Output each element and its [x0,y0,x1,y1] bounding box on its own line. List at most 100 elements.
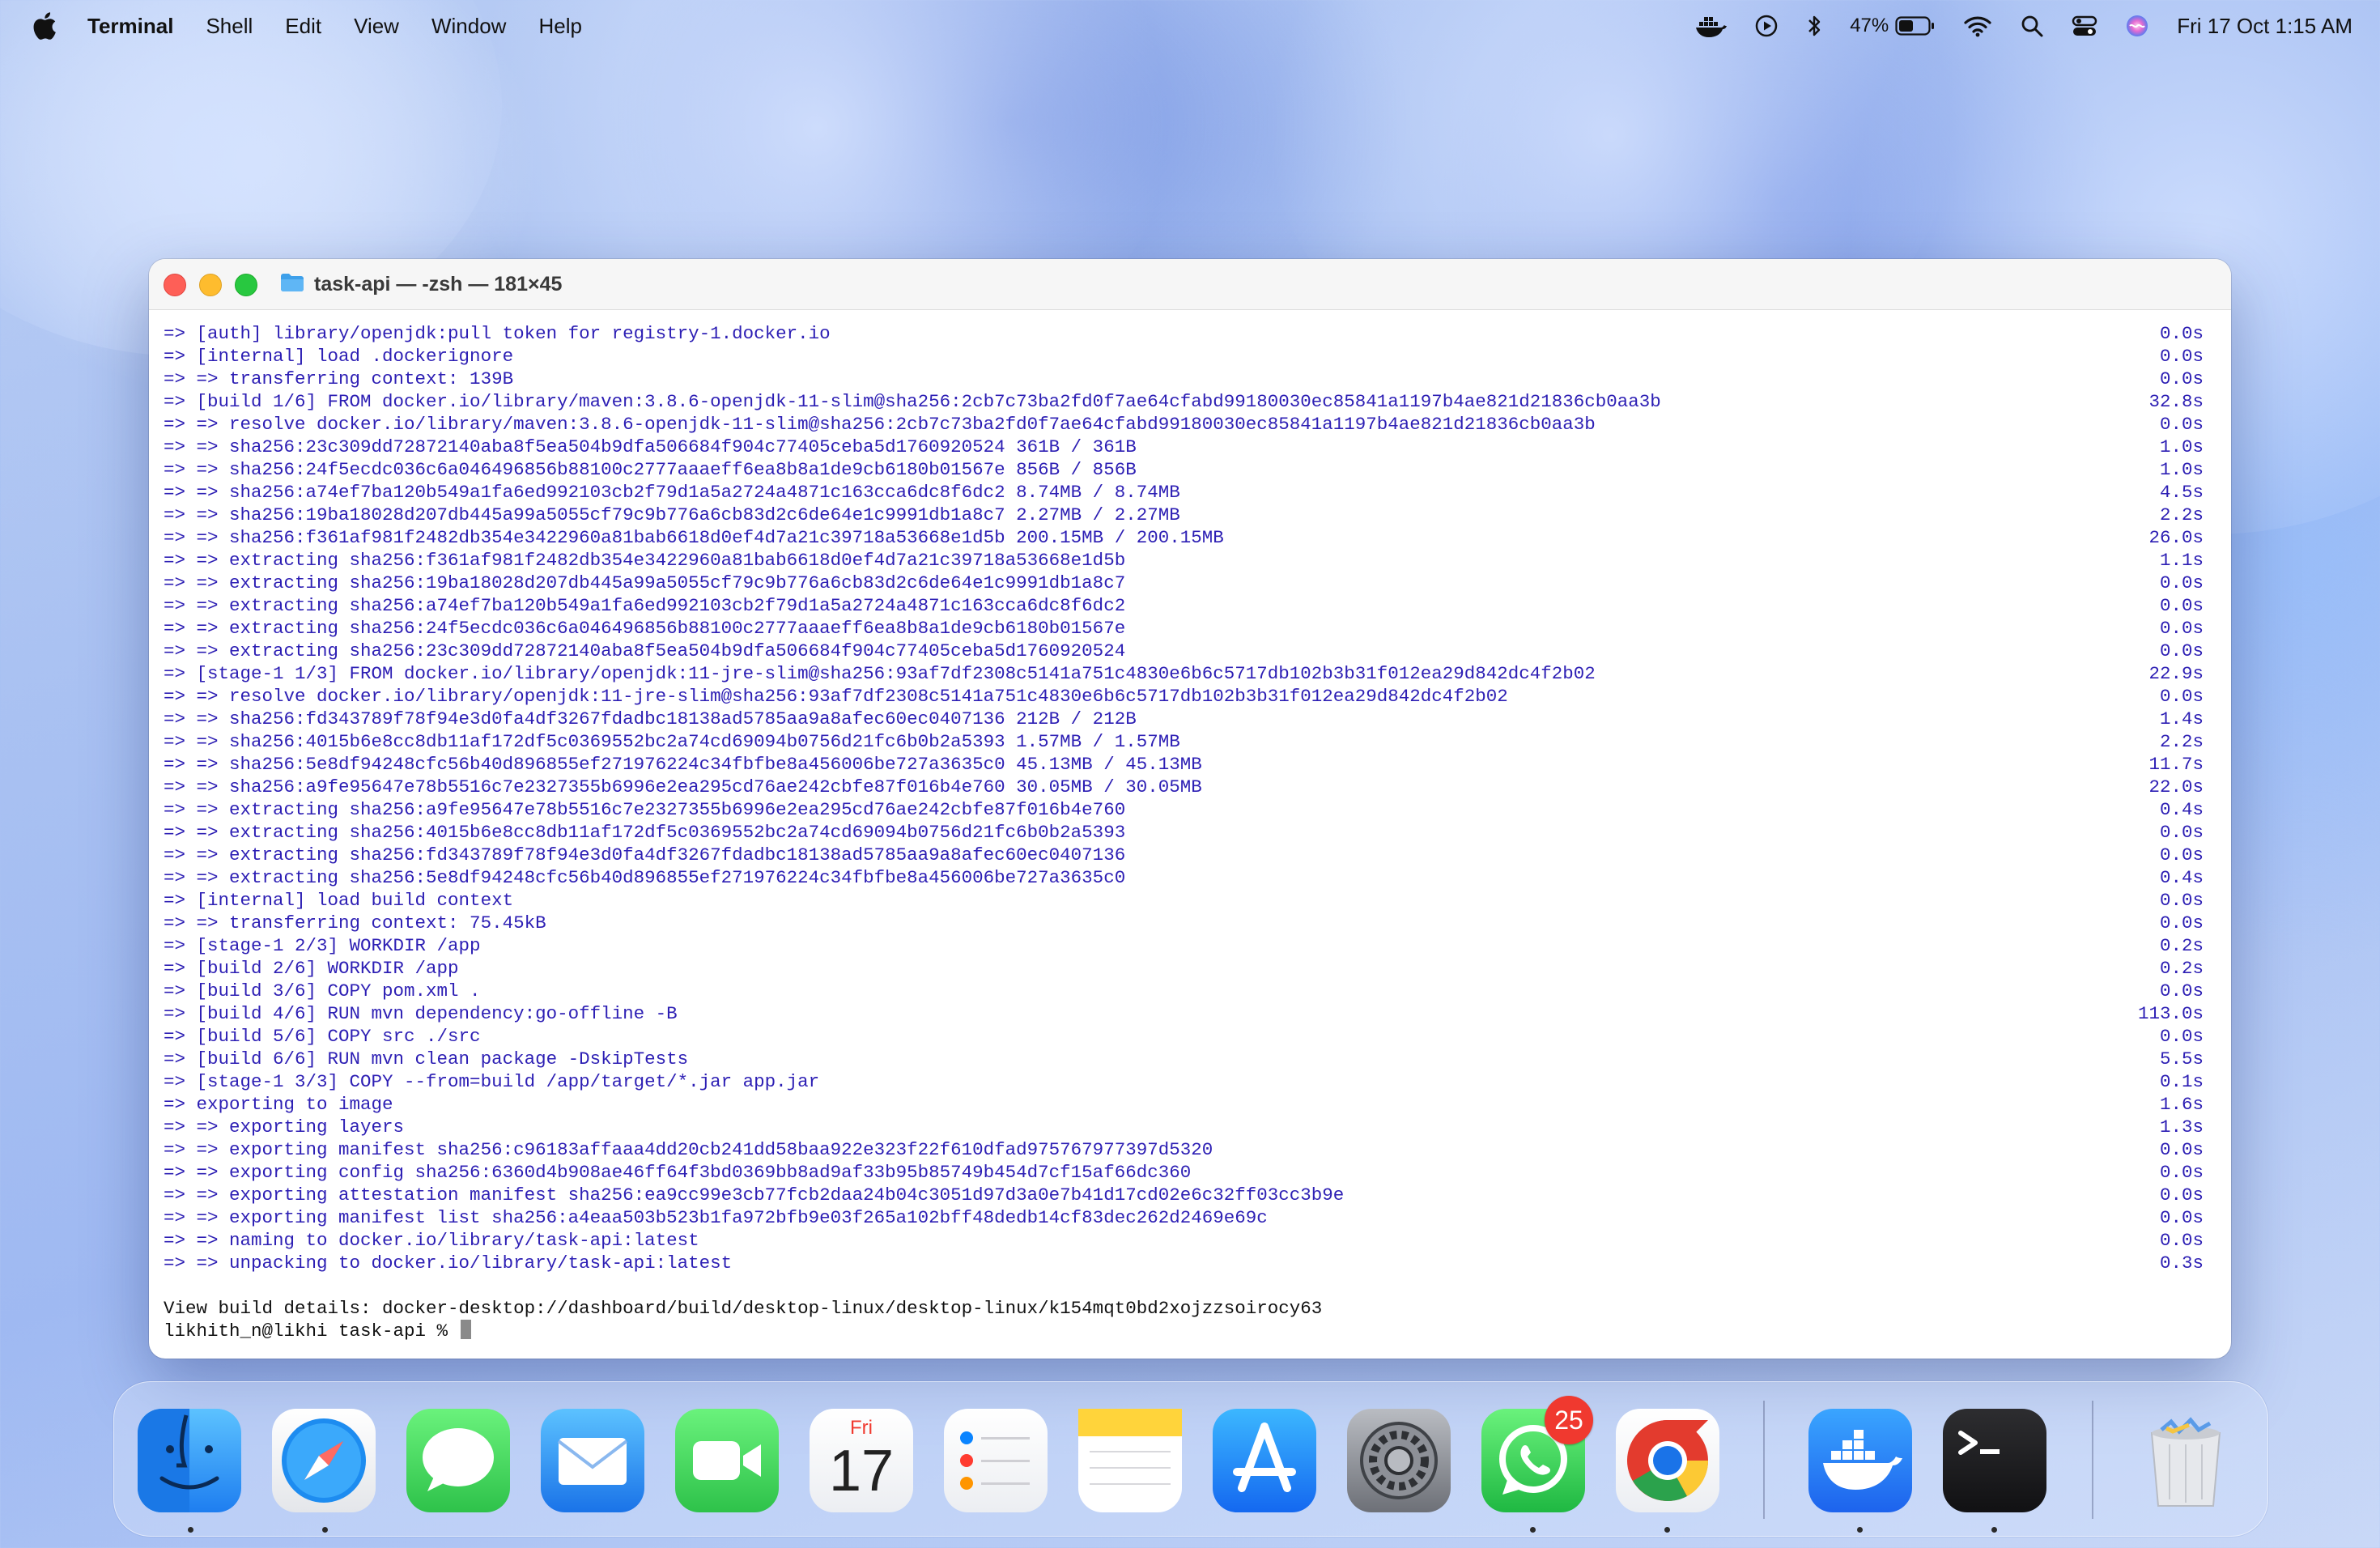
terminal-line-text: => [auth] library/openjdk:pull token for… [164,323,831,344]
terminal-line-text: => => extracting sha256:4015b6e8cc8db11a… [164,822,1126,843]
terminal-line-text: => [stage-1 1/3] FROM docker.io/library/… [164,663,1596,684]
menu-view[interactable]: View [354,14,399,39]
play-circle-icon[interactable] [1754,14,1779,38]
terminal-line-time: 0.0s [2159,686,2204,707]
calendar-icon[interactable]: Fri 17 [810,1409,913,1512]
terminal-line-time: 11.7s [2148,754,2204,775]
close-button[interactable] [164,274,186,296]
terminal-line-time: 0.4s [2159,799,2204,820]
menu-app-name[interactable]: Terminal [87,14,173,39]
terminal-line-time: 2.2s [2159,504,2204,525]
terminal-line: => => exporting manifest list sha256:a4e… [164,1206,2204,1229]
terminal-line-time: 4.5s [2159,482,2204,503]
wifi-icon[interactable] [1963,15,1992,37]
terminal-line: => [auth] library/openjdk:pull token for… [164,322,2204,345]
terminal-icon[interactable] [1943,1409,2046,1512]
terminal-line-text: => [build 5/6] COPY src ./src [164,1026,481,1047]
terminal-line-time: 1.4s [2159,708,2204,729]
apple-menu-icon[interactable] [31,11,58,41]
terminal-line-time: 0.2s [2159,958,2204,979]
mail-icon[interactable] [541,1409,644,1512]
terminal-line-text: => => sha256:19ba18028d207db445a99a5055c… [164,504,1180,525]
terminal-line-text: => => unpacking to docker.io/library/tas… [164,1252,733,1274]
menu-clock[interactable]: Fri 17 Oct 1:15 AM [2177,14,2352,39]
menu-bar: Terminal Shell Edit View Window Help 47% [0,0,2380,52]
terminal-line: => => extracting sha256:f361af981f2482db… [164,549,2204,572]
app-store-icon[interactable] [1213,1409,1316,1512]
minimize-button[interactable] [199,274,222,296]
terminal-line: => [build 2/6] WORKDIR /app 0.2s [164,957,2204,980]
window-title: task-api — -zsh — 181×45 [314,272,563,296]
menu-help[interactable]: Help [538,14,581,39]
control-center-icon[interactable] [2072,14,2097,38]
dock-separator-trash [2092,1401,2093,1519]
terminal-line: => => sha256:23c309dd72872140aba8f5ea504… [164,436,2204,458]
terminal-line-text: => => exporting attestation manifest sha… [164,1184,1345,1206]
battery-status[interactable]: 47% [1850,15,1936,37]
terminal-line-time: 0.2s [2159,935,2204,956]
window-titlebar[interactable]: task-api — -zsh — 181×45 [149,259,2231,310]
terminal-line: => => sha256:a9fe95647e78b5516c7e2327355… [164,776,2204,798]
terminal-line: => [build 1/6] FROM docker.io/library/ma… [164,390,2204,413]
siri-icon[interactable] [2125,14,2149,38]
terminal-line-text: => => sha256:fd343789f78f94e3d0fa4df3267… [164,708,1137,729]
terminal-line-text: => => resolve docker.io/library/maven:3.… [164,414,1596,435]
terminal-line-time: 0.0s [2159,1026,2204,1047]
terminal-line-text: => => naming to docker.io/library/task-a… [164,1230,699,1251]
docker-icon[interactable] [1808,1409,1912,1512]
terminal-line-time: 0.1s [2159,1071,2204,1092]
menu-edit[interactable]: Edit [285,14,321,39]
terminal-line-time: 0.3s [2159,1252,2204,1274]
terminal-line-text: => => sha256:f361af981f2482db354e3422960… [164,527,1224,548]
terminal-line-text: => [stage-1 2/3] WORKDIR /app [164,935,481,956]
terminal-line-time: 0.0s [2159,980,2204,1002]
reminders-icon[interactable] [944,1409,1048,1512]
safari-icon[interactable] [272,1409,376,1512]
terminal-line-time: 0.0s [2159,368,2204,389]
terminal-line-time: 0.0s [2159,822,2204,843]
terminal-line: => [internal] load .dockerignore 0.0s [164,345,2204,368]
system-settings-icon[interactable] [1347,1409,1451,1512]
terminal-line: => => sha256:a74ef7ba120b549a1fa6ed99210… [164,481,2204,504]
terminal-line: => => extracting sha256:fd343789f78f94e3… [164,844,2204,866]
terminal-line-time: 0.0s [2159,346,2204,367]
terminal-line: => => transferring context: 139B 0.0s [164,368,2204,390]
terminal-line-time: 26.0s [2148,527,2204,548]
terminal-line-time: 0.0s [2159,1184,2204,1206]
terminal-line-time: 0.0s [2159,414,2204,435]
terminal-line: => => sha256:19ba18028d207db445a99a5055c… [164,504,2204,526]
terminal-line-time: 0.0s [2159,890,2204,911]
bluetooth-icon[interactable] [1806,14,1822,38]
terminal-line-text: => => sha256:23c309dd72872140aba8f5ea504… [164,436,1137,457]
terminal-line-text: => [build 1/6] FROM docker.io/library/ma… [164,391,1661,412]
build-details-line: View build details: docker-desktop://das… [164,1298,1323,1319]
docker-icon[interactable] [1694,14,1728,38]
search-icon[interactable] [2020,14,2044,38]
terminal-line-time: 0.0s [2159,618,2204,639]
zoom-button[interactable] [235,274,257,296]
terminal-line-time: 5.5s [2159,1048,2204,1070]
terminal-line: => [build 5/6] COPY src ./src 0.0s [164,1025,2204,1048]
terminal-line: => => resolve docker.io/library/openjdk:… [164,685,2204,708]
terminal-line-text: => => extracting sha256:19ba18028d207db4… [164,572,1126,593]
terminal-line-time: 113.0s [2137,1003,2204,1024]
terminal-line-text: => [internal] load .dockerignore [164,346,514,367]
notes-icon[interactable] [1078,1409,1182,1512]
messages-icon[interactable] [406,1409,510,1512]
menu-window[interactable]: Window [431,14,506,39]
terminal-line: => => extracting sha256:19ba18028d207db4… [164,572,2204,594]
terminal-line-text: => => extracting sha256:23c309dd72872140… [164,640,1126,661]
trash-icon[interactable] [2134,1409,2238,1512]
finder-icon[interactable] [138,1409,241,1512]
facetime-icon[interactable] [675,1409,779,1512]
terminal-line-time: 0.0s [2159,1230,2204,1251]
terminal-line-text: => [build 4/6] RUN mvn dependency:go-off… [164,1003,678,1024]
terminal-line: => [build 6/6] RUN mvn clean package -Ds… [164,1048,2204,1070]
terminal-line: => => sha256:fd343789f78f94e3d0fa4df3267… [164,708,2204,730]
chrome-icon[interactable] [1616,1409,1719,1512]
terminal-line: => => resolve docker.io/library/maven:3.… [164,413,2204,436]
menu-shell[interactable]: Shell [206,14,253,39]
prompt-line[interactable]: likhith_n@likhi task-api % [164,1320,2204,1342]
text-cursor [460,1320,471,1339]
terminal-output[interactable]: => [auth] library/openjdk:pull token for… [164,322,2204,1342]
